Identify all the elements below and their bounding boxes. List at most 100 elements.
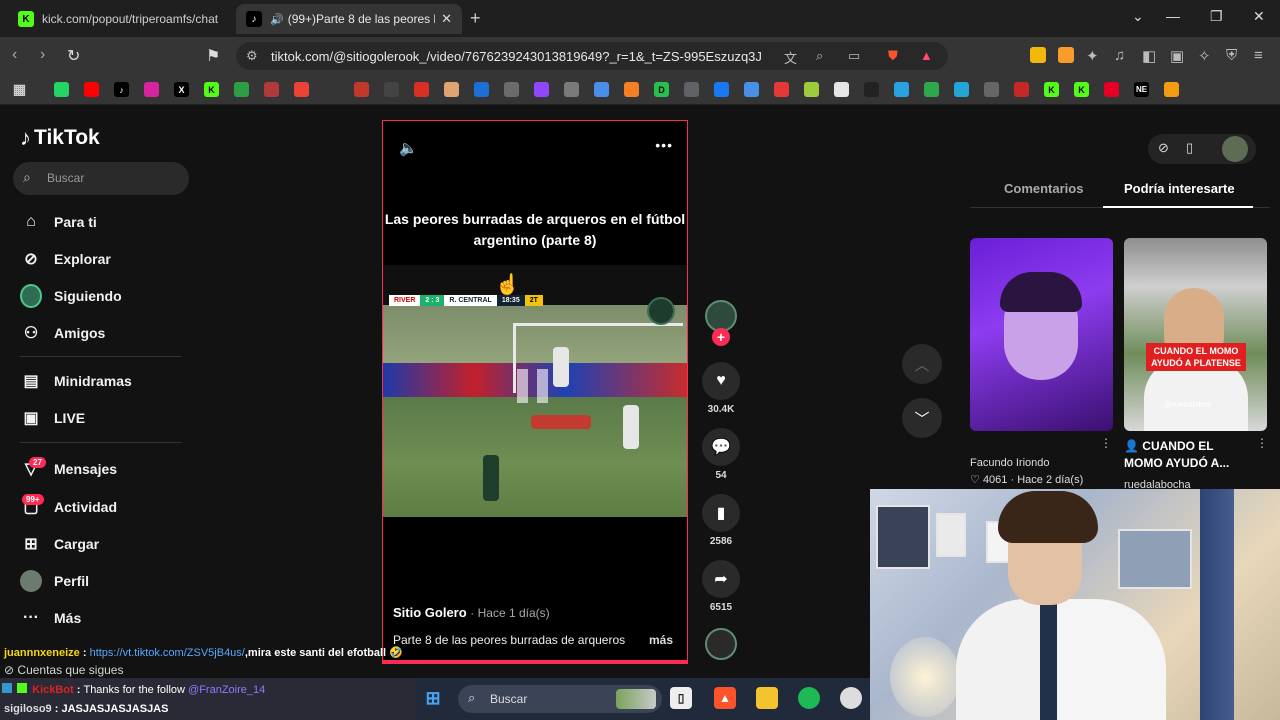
menu-icon[interactable]: ≡	[1254, 47, 1263, 64]
bookmark-icon-26[interactable]	[834, 82, 849, 97]
pause-icon[interactable]	[517, 369, 551, 403]
sidebar-item-para-ti[interactable]: ⌂ Para ti	[20, 210, 97, 234]
video-author[interactable]: Sitio Golero · Hace 1 día(s)	[393, 605, 550, 620]
task-view-icon[interactable]: ▯	[670, 687, 692, 709]
bookmark-icon-28[interactable]	[894, 82, 909, 97]
x-bookmark-icon[interactable]: X	[174, 82, 189, 97]
sidebar-icon[interactable]: ◧	[1142, 47, 1156, 65]
back-icon[interactable]: ‹	[12, 46, 17, 64]
instagram-bookmark-icon[interactable]	[144, 82, 159, 97]
save-button[interactable]: ▮ 2586	[701, 494, 741, 547]
app-taskbar-icon[interactable]	[840, 687, 862, 709]
url-bar[interactable]: ⚙ tiktok.com/@sitiogolerook_/video/76762…	[236, 42, 948, 70]
site-info-icon[interactable]: ⚙	[246, 48, 258, 64]
bookmark-icon-12[interactable]	[414, 82, 429, 97]
bookmark-icon-21[interactable]	[684, 82, 699, 97]
bookmark-icon-20[interactable]: D	[654, 82, 669, 97]
bookmark-icon-24[interactable]	[774, 82, 789, 97]
tiktok-bookmark-icon[interactable]: ♪	[114, 82, 129, 97]
device-icon[interactable]: ▯	[1186, 140, 1193, 156]
card-author[interactable]: Facundo Iriondo	[970, 457, 1050, 469]
bookmark-icon-13[interactable]	[444, 82, 459, 97]
forward-icon[interactable]: ›	[40, 46, 45, 64]
wallet-icon[interactable]: ▣	[1170, 47, 1184, 65]
tab-comentarios[interactable]: Comentarios	[1004, 181, 1083, 196]
close-tab-icon[interactable]: ✕	[441, 11, 452, 27]
sidebar-item-siguiendo[interactable]: Siguiendo	[20, 284, 122, 308]
windows-start-icon[interactable]: ⊞	[422, 687, 444, 709]
taskbar-search[interactable]: ⌕ Buscar	[458, 685, 662, 713]
bookmark-icon-10[interactable]	[354, 82, 369, 97]
tiktok-logo[interactable]: ♪ TikTok	[20, 125, 100, 151]
extension-icon[interactable]	[1030, 47, 1046, 63]
share-button[interactable]: ➦ 6515	[701, 560, 741, 613]
chat-link[interactable]: https://vt.tiktok.com/ZSV5jB4us/	[90, 647, 245, 659]
bookmark-icon-11[interactable]	[384, 82, 399, 97]
user-avatar[interactable]	[1222, 136, 1248, 162]
vpn-icon[interactable]: ⛨	[1226, 47, 1237, 64]
next-video-icon[interactable]: ﹀	[902, 398, 942, 438]
sidebar-item-live[interactable]: ▣ LIVE	[20, 406, 85, 430]
follow-plus-icon[interactable]: +	[712, 328, 730, 346]
video-player[interactable]: 🔈 ••• Las peores burradas de arqueros en…	[382, 120, 688, 664]
bookmark-icon-8[interactable]	[264, 82, 279, 97]
pinterest-bookmark-icon[interactable]	[1104, 82, 1119, 97]
bookmark-icon[interactable]: ⚑	[206, 46, 220, 66]
reload-icon[interactable]: ↻	[67, 46, 80, 66]
like-button[interactable]: ♥ 30.4K	[701, 362, 741, 415]
bookmark-icon-31[interactable]	[984, 82, 999, 97]
recommended-video-1[interactable]	[970, 238, 1113, 431]
bookmark-icon-19[interactable]	[624, 82, 639, 97]
twitch-bookmark-icon[interactable]	[534, 82, 549, 97]
kick-bookmark-icon-3[interactable]: K	[1074, 82, 1089, 97]
sidebar-item-mas[interactable]: ··· Más	[20, 606, 81, 630]
video-options-icon[interactable]: •••	[655, 137, 673, 153]
sidebar-item-cargar[interactable]: ⊞ Cargar	[20, 532, 99, 556]
translate-icon[interactable]: 文	[784, 48, 797, 67]
tab-podria-interesarte[interactable]: Podría interesarte	[1124, 181, 1235, 196]
search-input[interactable]: ⌕ Buscar	[13, 162, 189, 195]
tab-kick-chat[interactable]: K kick.com/popout/triperoamfs/chat	[8, 4, 234, 34]
brave-shield-icon[interactable]: ⛊	[888, 48, 898, 64]
tab-tiktok-video[interactable]: ♪ 🔊 (99+)Parte 8 de las peores bu ✕	[236, 4, 462, 34]
bookmark-icon-25[interactable]	[804, 82, 819, 97]
tab-search-chevron-icon[interactable]: ⌄	[1132, 8, 1144, 25]
coins-icon[interactable]: ⊘	[1158, 140, 1169, 156]
kick-bookmark-icon-2[interactable]: K	[1044, 82, 1059, 97]
media-icon[interactable]: ♫	[1114, 47, 1125, 64]
recommended-video-2[interactable]: CUANDO EL MOMO AYUDÓ A PLATENSE @ruedala…	[1124, 238, 1267, 431]
bookmark-icon-17[interactable]	[564, 82, 579, 97]
zoom-icon[interactable]: ⌕	[816, 48, 823, 64]
spotify-icon[interactable]	[798, 687, 820, 709]
gmail-bookmark-icon[interactable]	[294, 82, 309, 97]
previous-video-icon[interactable]: ︿	[902, 344, 942, 384]
extensions-puzzle-icon[interactable]: ✦	[1086, 47, 1099, 65]
leo-ai-icon[interactable]: ✧	[1198, 47, 1211, 65]
card-options-icon[interactable]: ⋮	[1100, 436, 1112, 450]
bookmark-icon-27[interactable]	[864, 82, 879, 97]
sidebar-item-perfil[interactable]: Perfil	[20, 569, 89, 593]
new-tab-icon[interactable]: +	[470, 8, 481, 29]
bookmark-icon-36[interactable]: NE	[1134, 82, 1149, 97]
close-window-icon[interactable]: ✕	[1253, 8, 1265, 25]
bookmark-icon-23[interactable]	[744, 82, 759, 97]
author-name[interactable]: Sitio Golero	[393, 605, 467, 620]
kick-bookmark-icon[interactable]: K	[204, 82, 219, 97]
bookmark-icon-32[interactable]	[1014, 82, 1029, 97]
sidebar-item-amigos[interactable]: ⚇ Amigos	[20, 321, 106, 345]
card-title[interactable]: 👤 CUANDO EL MOMO AYUDÓ A...	[1124, 438, 1254, 472]
bookmark-icon-22[interactable]	[714, 82, 729, 97]
brave-rewards-icon[interactable]: ▲	[920, 48, 933, 63]
bookmark-icon-29[interactable]	[924, 82, 939, 97]
sidebar-item-minidramas[interactable]: ▤ Minidramas	[20, 369, 131, 393]
audio-playing-icon[interactable]: 🔊	[270, 13, 284, 26]
volume-icon[interactable]: 🔈	[399, 139, 418, 157]
apps-grid-icon[interactable]: ▦	[12, 81, 27, 97]
cast-icon[interactable]: ▭	[848, 48, 860, 64]
card-options-icon[interactable]: ⋮	[1256, 436, 1268, 450]
video-progress-bar[interactable]	[383, 660, 687, 663]
comment-button[interactable]: 💬 54	[701, 428, 741, 481]
bookmark-icon-30[interactable]	[954, 82, 969, 97]
extension-play-icon[interactable]	[1058, 47, 1074, 63]
bookmark-icon-7[interactable]	[234, 82, 249, 97]
